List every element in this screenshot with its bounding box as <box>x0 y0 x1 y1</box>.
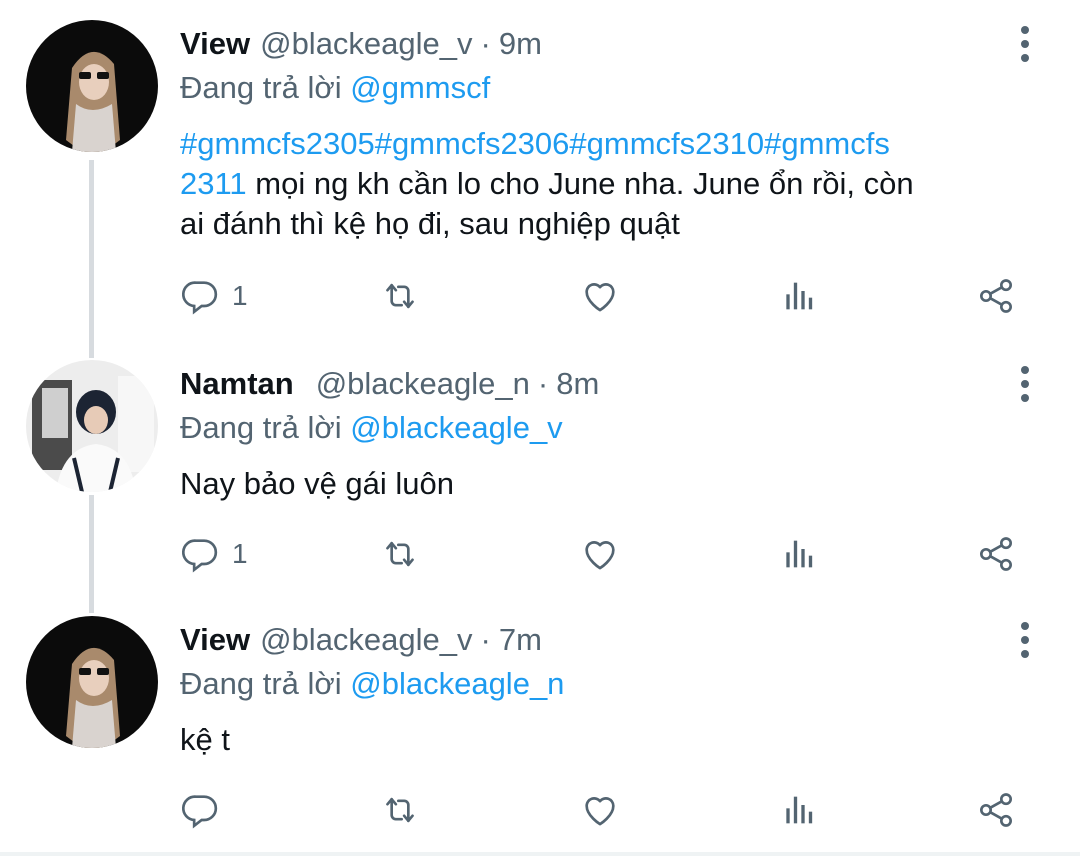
reply-button[interactable] <box>180 788 232 832</box>
replying-to: Đang trả lời @gmmscf <box>180 70 490 106</box>
display-name[interactable]: View <box>180 622 250 658</box>
retweet-button[interactable] <box>380 532 420 576</box>
tweet-text-segment: mọi ng kh cần lo cho June nha. June ổn r… <box>246 166 914 201</box>
retweet-icon <box>380 790 420 830</box>
tweet-actions <box>180 788 1040 832</box>
tweet[interactable]: View @blackeagle_v · 7m Đang trả lời @bl… <box>0 596 1080 852</box>
share-icon <box>976 534 1016 574</box>
replying-to-label: Đang trả lời <box>180 70 342 105</box>
tweet-text: Nay bảo vệ gái luôn <box>180 464 1050 504</box>
reply-button[interactable]: 1 <box>180 274 248 318</box>
reply-icon <box>180 790 220 830</box>
reply-icon <box>180 534 220 574</box>
like-button[interactable] <box>580 532 620 576</box>
more-icon[interactable] <box>1010 364 1040 404</box>
analytics-button[interactable] <box>778 274 818 318</box>
user-handle[interactable]: @blackeagle_n <box>316 366 530 402</box>
tweet-text-segment: kệ t <box>180 722 230 757</box>
separator-dot: · <box>537 366 549 401</box>
share-icon <box>976 790 1016 830</box>
user-handle[interactable]: @blackeagle_v <box>260 622 472 658</box>
tweet-text: #gmmcfs2305#gmmcfs2306#gmmcfs2310#gmmcfs… <box>180 124 1050 244</box>
divider <box>0 852 1080 856</box>
timestamp[interactable]: 7m <box>499 622 542 658</box>
tweet-header: View @blackeagle_v · 7m <box>180 622 542 662</box>
more-icon[interactable] <box>1010 620 1040 660</box>
replying-to: Đang trả lời @blackeagle_n <box>180 666 564 702</box>
tweet-text-segment: Nay bảo vệ gái luôn <box>180 466 455 501</box>
retweet-button[interactable] <box>380 788 420 832</box>
replying-to: Đang trả lời @blackeagle_v <box>180 410 563 446</box>
analytics-icon <box>778 790 818 830</box>
avatar[interactable] <box>26 616 158 748</box>
tweet-header: View @blackeagle_v · 9m <box>180 26 542 66</box>
tweet-text: kệ t <box>180 720 1050 760</box>
hashtag-link[interactable]: #gmmcfs2305#gmmcfs2306#gmmcfs2310#gmmcfs <box>180 126 890 161</box>
mention-link[interactable]: @blackeagle_v <box>350 410 562 445</box>
replying-to-label: Đang trả lời <box>180 666 342 701</box>
share-button[interactable] <box>976 788 1016 832</box>
separator-dot: · <box>480 26 491 61</box>
separator-dot: · <box>480 622 491 657</box>
like-icon <box>580 276 620 316</box>
tweet-text-segment: ai đánh thì kệ họ đi, sau nghiệp quật <box>180 206 680 241</box>
replying-to-label: Đang trả lời <box>180 410 342 445</box>
tweet[interactable]: Namtan @blackeagle_n · 8m Đang trả lời @… <box>0 340 1080 600</box>
like-icon <box>580 534 620 574</box>
avatar[interactable] <box>26 20 158 152</box>
mention-link[interactable]: @gmmscf <box>350 70 490 105</box>
reply-count: 1 <box>232 538 248 569</box>
reply-icon <box>180 276 220 316</box>
analytics-icon <box>778 534 818 574</box>
avatar[interactable] <box>26 360 158 492</box>
tweet-actions: 1 <box>180 274 1040 318</box>
share-icon <box>976 276 1016 316</box>
like-icon <box>580 790 620 830</box>
like-button[interactable] <box>580 788 620 832</box>
reply-button[interactable]: 1 <box>180 532 248 576</box>
tweet[interactable]: View @blackeagle_v · 9m Đang trả lời @gm… <box>0 0 1080 340</box>
tweet-header: Namtan @blackeagle_n · 8m <box>180 366 599 406</box>
share-button[interactable] <box>976 532 1016 576</box>
analytics-icon <box>778 276 818 316</box>
retweet-button[interactable] <box>380 274 420 318</box>
analytics-button[interactable] <box>778 788 818 832</box>
analytics-button[interactable] <box>778 532 818 576</box>
mention-link[interactable]: @blackeagle_n <box>350 666 564 701</box>
retweet-icon <box>380 534 420 574</box>
timestamp[interactable]: 8m <box>556 366 599 402</box>
like-button[interactable] <box>580 274 620 318</box>
reply-count: 1 <box>232 280 248 311</box>
display-name[interactable]: View <box>180 26 250 62</box>
timestamp[interactable]: 9m <box>499 26 542 62</box>
hashtag-link[interactable]: 2311 <box>180 166 247 201</box>
tweet-actions: 1 <box>180 532 1040 576</box>
more-icon[interactable] <box>1010 24 1040 64</box>
retweet-icon <box>380 276 420 316</box>
share-button[interactable] <box>976 274 1016 318</box>
user-handle[interactable]: @blackeagle_v <box>260 26 472 62</box>
display-name[interactable]: Namtan <box>180 366 294 402</box>
